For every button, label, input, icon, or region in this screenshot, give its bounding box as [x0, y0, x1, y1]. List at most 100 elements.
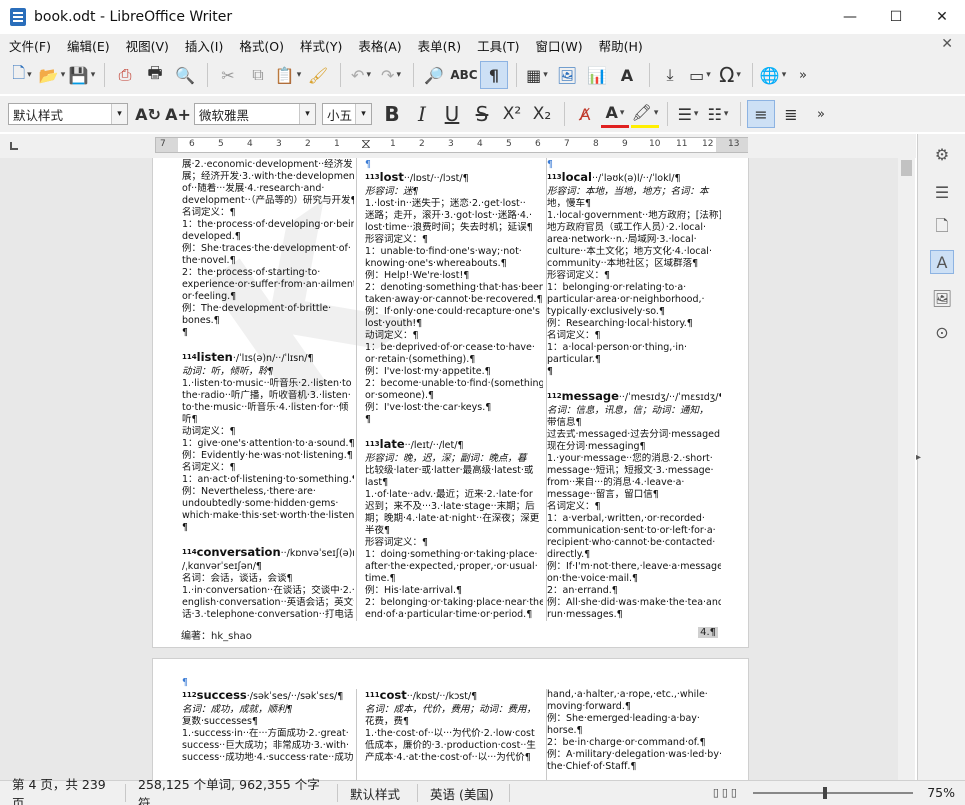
language[interactable]: 英语 (美国)	[418, 784, 510, 802]
menu-insert[interactable]: 插入(I)	[176, 36, 230, 55]
sidebar-collapse-icon[interactable]: ▸	[916, 452, 921, 463]
gallery-icon[interactable]: 🖼	[930, 286, 954, 310]
open-folder-icon[interactable]: 📂	[38, 61, 66, 89]
undo-icon[interactable]: ↶	[347, 61, 375, 89]
text-column[interactable]: ¶ 113local··/ˈləʊk(ə)l/··/ˈlokl/¶ 形容词：本地，当…	[547, 159, 721, 621]
gear-icon[interactable]: ⚙	[930, 142, 954, 166]
menu-view[interactable]: 视图(V)	[117, 36, 176, 55]
text-line: 名词：成功，成就，顺利¶	[182, 704, 293, 715]
insert-chart-icon[interactable]: 📊	[583, 61, 611, 89]
menu-format[interactable]: 格式(O)	[230, 36, 291, 55]
minimize-button[interactable]: —	[827, 0, 873, 34]
document-page[interactable]: K 展·2.·economic·development··经济发 展；经济开发·3…	[152, 158, 749, 648]
cut-icon[interactable]: ✂	[214, 61, 242, 89]
page-count[interactable]: 第 4 页，共 239 页	[0, 777, 126, 805]
maximize-button[interactable]: ☐	[873, 0, 919, 34]
update-style-icon[interactable]: A͏↻	[134, 100, 162, 128]
insert-field-icon[interactable]: ▭	[686, 61, 714, 89]
navigator-icon[interactable]: ⊙	[930, 320, 954, 344]
paste-icon[interactable]: 📋	[274, 61, 302, 89]
window-title: book.odt - LibreOffice Writer	[34, 9, 233, 25]
numbered-list-icon[interactable]: ☷	[704, 100, 732, 128]
font-name-box[interactable]: 微软雅黑 ▾	[194, 103, 316, 125]
toolbar-overflow-icon[interactable]: »	[807, 100, 835, 128]
menu-edit[interactable]: 编辑(E)	[58, 36, 117, 55]
status-bar: 第 4 页，共 239 页 258,125 个单词, 962,355 个字符 默…	[0, 777, 965, 805]
text-line: 1：doing·something·or·taking·place·	[365, 549, 538, 560]
print-preview-icon[interactable]: 🔍	[171, 61, 199, 89]
page-break-icon[interactable]: ⤓	[656, 61, 684, 89]
highlight-color-icon[interactable]: 🖍	[631, 100, 659, 128]
export-pdf-icon[interactable]: ⎙	[111, 61, 139, 89]
text-column[interactable]: ¶ 113lost··/lɒst/··/lɔst/¶ 形容词：迷¶ 1.·lost·i…	[365, 159, 543, 621]
text-column[interactable]: 111cost··/kɒst/··/kɔst/¶ 名词：成本，代价，费用；动词：费…	[365, 689, 543, 780]
paragraph-style-box[interactable]: 默认样式 ▾	[8, 103, 128, 125]
superscript-icon[interactable]: X²	[498, 100, 526, 128]
menu-styles[interactable]: 样式(Y)	[291, 36, 349, 55]
font-size-box[interactable]: 小五 ▾	[322, 103, 372, 125]
save-icon[interactable]: 💾	[68, 61, 96, 89]
tab-stop-selector[interactable]	[10, 142, 18, 150]
hyperlink-icon[interactable]: 🌐	[759, 61, 787, 89]
subscript-icon[interactable]: X₂	[528, 100, 556, 128]
menu-file[interactable]: 文件(F)	[0, 36, 58, 55]
new-document-icon[interactable]: 🗋	[8, 61, 36, 89]
view-layout-icons[interactable]: ▯▯▯	[713, 786, 740, 799]
zoom-level[interactable]: 75%	[927, 785, 955, 800]
properties-icon[interactable]: ☰	[930, 180, 954, 204]
close-document-icon[interactable]: ✕	[941, 36, 953, 52]
italic-icon[interactable]: I	[408, 100, 436, 128]
indent-marker[interactable]: ⧖	[361, 136, 371, 152]
styles-icon[interactable]: A	[930, 250, 954, 274]
document-area[interactable]: K 展·2.·economic·development··经济发 展；经济开发·3…	[0, 158, 898, 780]
chevron-down-icon[interactable]: ▾	[111, 104, 127, 124]
text-column[interactable]: hand,·a·halter,·a·rope,·etc.,·while· movi…	[547, 689, 721, 780]
clone-formatting-icon[interactable]: 🖌	[304, 61, 332, 89]
zoom-slider[interactable]	[753, 787, 913, 799]
horizontal-ruler[interactable]: 7 6 5 4 3 2 1 ⧖ 1 2 3 4 5 6 7 8 9 10 11 …	[155, 136, 748, 153]
print-icon[interactable]: 🖶	[141, 61, 169, 89]
align-left-icon[interactable]: ≡	[747, 100, 775, 128]
align-center-icon[interactable]: ≣	[777, 100, 805, 128]
copy-icon[interactable]: ⧉	[244, 61, 272, 89]
vertical-scrollbar[interactable]	[898, 158, 915, 780]
insert-text-box-icon[interactable]: A	[613, 61, 641, 89]
bullet-list-icon[interactable]: ☰	[674, 100, 702, 128]
menu-table[interactable]: 表格(A)	[349, 36, 408, 55]
headword-text: conversation	[196, 546, 281, 559]
text-line: communication·sent·to·or·left·for·a·	[547, 525, 716, 536]
text-column[interactable]: 展·2.·economic·development··经济发 展；经济开发·3.·…	[182, 159, 354, 621]
text-line: 1.·local·government··地方政府；[法称]	[547, 210, 721, 221]
page-icon[interactable]: 🗋	[930, 216, 954, 240]
font-color-icon[interactable]: A	[601, 100, 629, 128]
chevron-down-icon[interactable]: ▾	[355, 104, 371, 124]
insert-table-icon[interactable]: ▦	[523, 61, 551, 89]
find-replace-icon[interactable]: 🔎	[420, 61, 448, 89]
menu-window[interactable]: 窗口(W)	[527, 36, 590, 55]
text-column[interactable]: 112success·/səkˈses/··/səkˈsɛs/¶ 名词：成功，成就…	[182, 689, 354, 780]
formatting-marks-icon[interactable]: ¶	[480, 61, 508, 89]
special-character-icon[interactable]: Ω	[716, 61, 744, 89]
menu-tools[interactable]: 工具(T)	[468, 36, 526, 55]
redo-icon[interactable]: ↷	[377, 61, 405, 89]
strikethrough-icon[interactable]: S	[468, 100, 496, 128]
underline-icon[interactable]: U	[438, 100, 466, 128]
word-count[interactable]: 258,125 个单词, 962,355 个字符	[126, 777, 338, 805]
phonetic: ·/ˈlɪs(ə)n/··/ˈlɪsn/¶	[232, 353, 314, 364]
chevron-down-icon[interactable]: ▾	[299, 104, 315, 124]
document-page[interactable]: ¶ 112success·/səkˈses/··/səkˈsɛs/¶ 名词：成功，…	[152, 658, 749, 780]
spelling-icon[interactable]: ABC	[450, 61, 478, 89]
insert-image-icon[interactable]: 🖼	[553, 61, 581, 89]
text-line: success··成功地·4.·success·rate··成功	[182, 752, 354, 763]
new-style-icon[interactable]: A+	[164, 100, 192, 128]
menu-form[interactable]: 表单(R)	[409, 36, 468, 55]
clear-formatting-icon[interactable]: A̸	[571, 100, 599, 128]
text-line: or·retain·(something).¶	[365, 354, 476, 365]
scrollbar-thumb[interactable]	[901, 160, 912, 176]
menu-help[interactable]: 帮助(H)	[590, 36, 650, 55]
page-style[interactable]: 默认样式	[338, 784, 418, 802]
phonetic: ·/səkˈses/··/səkˈsɛs/¶	[246, 691, 344, 702]
toolbar-overflow-icon[interactable]: »	[789, 61, 817, 89]
bold-icon[interactable]: B	[378, 100, 406, 128]
close-button[interactable]: ✕	[919, 0, 965, 34]
